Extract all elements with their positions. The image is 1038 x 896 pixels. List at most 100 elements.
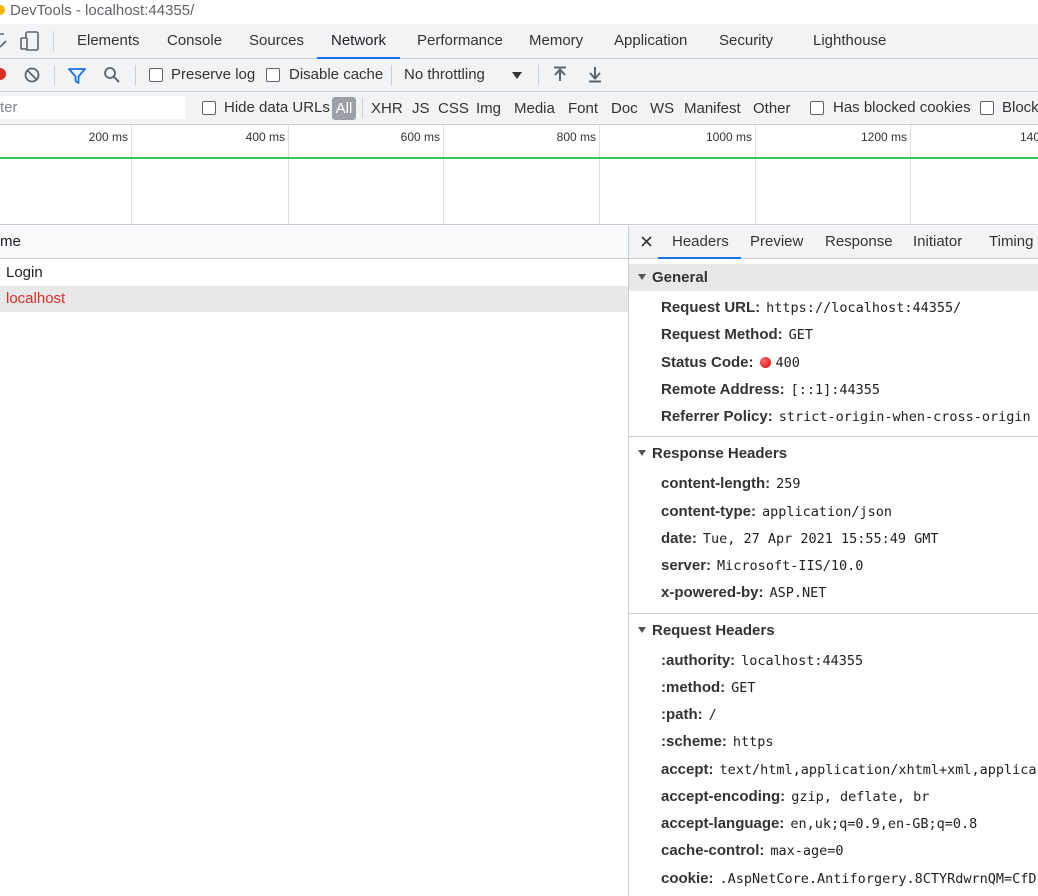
filter-type-media[interactable]: Media xyxy=(514,100,555,117)
import-har-icon[interactable] xyxy=(552,66,568,84)
column-name-label: me xyxy=(0,233,21,250)
has-blocked-cookies-label: Has blocked cookies xyxy=(833,99,971,116)
header-value: en,uk;q=0.9,en-GB;q=0.8 xyxy=(790,816,978,832)
filter-icon[interactable] xyxy=(67,67,87,85)
tab-initiator[interactable]: Initiator xyxy=(913,226,962,258)
tab-network[interactable]: Network xyxy=(316,24,401,59)
grid-line xyxy=(131,125,132,224)
tick-label: 200 ms xyxy=(88,130,128,144)
header-value: application/json xyxy=(762,504,893,520)
tab-console[interactable]: Console xyxy=(167,24,222,58)
header-value: strict-origin-when-cross-origin xyxy=(778,409,1031,425)
request-header-row: cookie: .AspNetCore.Antiforgery.8CTYRdwrn… xyxy=(661,867,1037,891)
overview-timeline[interactable]: 200 ms 400 ms 600 ms 800 ms 1000 ms 1200… xyxy=(0,125,1038,225)
close-icon[interactable] xyxy=(641,236,652,247)
tab-sources[interactable]: Sources xyxy=(249,24,304,58)
tab-elements[interactable]: Elements xyxy=(77,24,140,58)
triangle-down-icon xyxy=(638,627,646,634)
tab-memory[interactable]: Memory xyxy=(529,24,583,58)
request-header-row: accept-language: en,uk;q=0.9,en-GB;q=0.8 xyxy=(661,812,977,836)
request-row-localhost[interactable]: localhost xyxy=(0,286,628,312)
header-key: date: xyxy=(661,530,697,547)
hide-data-urls-checkbox[interactable] xyxy=(202,101,216,115)
tab-performance[interactable]: Performance xyxy=(417,24,503,58)
section-general-header[interactable]: General xyxy=(629,264,1038,291)
header-key: Request Method: xyxy=(661,326,783,343)
filter-type-font[interactable]: Font xyxy=(568,100,598,117)
chevron-down-icon[interactable] xyxy=(512,72,522,79)
filter-type-all[interactable]: All xyxy=(332,97,356,120)
device-toolbar-icon[interactable] xyxy=(20,31,40,51)
divider xyxy=(135,65,136,85)
request-header-row: :method: GET xyxy=(661,676,756,700)
filter-type-doc[interactable]: Doc xyxy=(611,100,638,117)
request-row-login[interactable]: Login xyxy=(0,260,628,286)
filter-type-js[interactable]: JS xyxy=(412,100,430,117)
filter-input[interactable]: ter xyxy=(0,96,185,119)
header-value: / xyxy=(708,707,717,723)
preserve-log-label: Preserve log xyxy=(171,66,256,83)
blocked-requests-checkbox[interactable] xyxy=(980,101,994,115)
search-icon[interactable] xyxy=(103,66,121,84)
response-header-row: content-length: 259 xyxy=(661,472,801,496)
response-header-row: content-type: application/json xyxy=(661,500,892,524)
disable-cache-checkbox[interactable] xyxy=(266,68,280,82)
filter-type-css[interactable]: CSS xyxy=(438,100,469,117)
header-value: GET xyxy=(731,680,756,696)
request-header-row: :path: / xyxy=(661,703,717,727)
header-key: accept-language: xyxy=(661,815,785,832)
response-header-row: x-powered-by: ASP.NET xyxy=(661,581,826,605)
tick-label: 140 xyxy=(1020,130,1038,144)
grid-line xyxy=(755,125,756,224)
general-request-method: Request Method: GET xyxy=(661,323,813,347)
header-key: Request URL: xyxy=(661,299,761,316)
header-value: Microsoft-IIS/10.0 xyxy=(717,558,864,574)
header-value: Tue, 27 Apr 2021 15:55:49 GMT xyxy=(702,531,939,547)
tab-application[interactable]: Application xyxy=(614,24,687,58)
general-request-url: Request URL: https://localhost:44355/ xyxy=(661,296,961,320)
section-request-headers-header[interactable]: Request Headers xyxy=(629,617,1038,644)
request-details-panel: Headers Preview Response Initiator Timin… xyxy=(629,226,1038,896)
grid-line xyxy=(910,125,911,224)
throttling-select[interactable]: No throttling xyxy=(404,66,485,83)
tab-preview[interactable]: Preview xyxy=(750,226,803,258)
tab-timing[interactable]: Timing xyxy=(989,226,1033,258)
tab-security[interactable]: Security xyxy=(719,24,773,58)
header-key: :method: xyxy=(661,679,726,696)
header-value: https xyxy=(732,734,774,750)
window-title: DevTools - localhost:44355/ xyxy=(10,2,195,19)
divider xyxy=(54,65,55,85)
header-key: accept-encoding: xyxy=(661,788,786,805)
name-column-header[interactable]: me xyxy=(0,226,628,259)
header-value: https://localhost:44355/ xyxy=(766,300,962,316)
divider xyxy=(391,65,392,85)
filter-type-img[interactable]: Img xyxy=(476,100,501,117)
export-har-icon[interactable] xyxy=(587,66,603,84)
general-referrer-policy: Referrer Policy: strict-origin-when-cross… xyxy=(661,405,1031,429)
tab-headers[interactable]: Headers xyxy=(658,226,741,259)
general-status-code: Status Code: 400 xyxy=(661,351,800,375)
tab-response[interactable]: Response xyxy=(825,226,893,258)
preserve-log-checkbox[interactable] xyxy=(149,68,163,82)
request-header-row: accept-encoding: gzip, deflate, br xyxy=(661,785,929,809)
timeline-bar xyxy=(0,157,1038,159)
filter-type-ws[interactable]: WS xyxy=(650,100,674,117)
header-value: localhost:44355 xyxy=(741,653,864,669)
clear-icon[interactable] xyxy=(24,67,40,83)
header-key: content-length: xyxy=(661,475,771,492)
header-value: 259 xyxy=(776,476,801,492)
header-key: Remote Address: xyxy=(661,381,785,398)
header-key: accept: xyxy=(661,761,714,778)
network-toolbar: Preserve log Disable cache No throttling xyxy=(0,59,1038,92)
filter-type-xhr[interactable]: XHR xyxy=(371,100,403,117)
header-value: gzip, deflate, br xyxy=(791,789,930,805)
inspect-element-icon[interactable] xyxy=(0,33,8,49)
has-blocked-cookies-checkbox[interactable] xyxy=(810,101,824,115)
record-icon[interactable] xyxy=(0,68,6,80)
header-value: text/html,application/xhtml+xml,applica xyxy=(719,762,1037,778)
section-response-headers-header[interactable]: Response Headers xyxy=(629,440,1038,467)
filter-type-manifest[interactable]: Manifest xyxy=(684,100,741,117)
tab-lighthouse[interactable]: Lighthouse xyxy=(813,24,886,58)
filter-type-other[interactable]: Other xyxy=(753,100,791,117)
blocked-requests-label: Block xyxy=(1002,99,1038,116)
